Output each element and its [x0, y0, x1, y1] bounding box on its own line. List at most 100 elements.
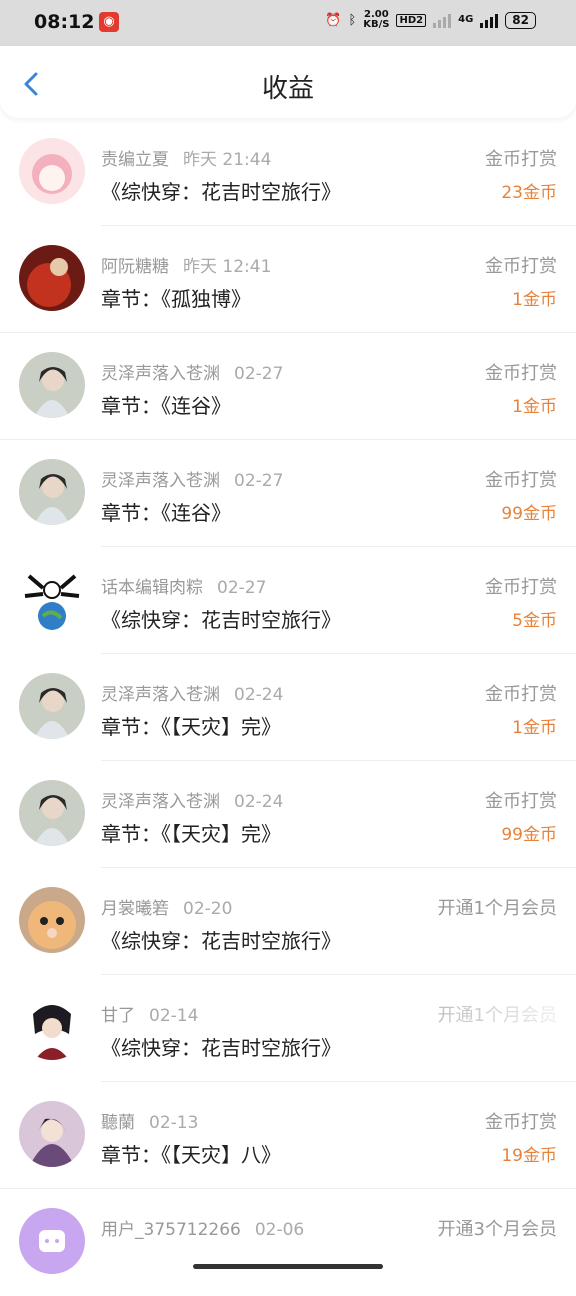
- income-type: 金币打赏: [485, 1112, 557, 1133]
- work-title: 《综快穿：花吉时空旅行》: [101, 1036, 341, 1060]
- sender-line: 聽蘭 02-13: [101, 1108, 198, 1133]
- sender-name: 灵泽声落入苍渊: [101, 471, 220, 491]
- list-item[interactable]: 责编立夏 昨天 21:44 《综快穿：花吉时空旅行》 金币打赏 23金币: [0, 119, 576, 226]
- work-title: 章节：《连谷》: [101, 501, 231, 525]
- date: 02-27: [217, 578, 267, 598]
- date: 02-27: [234, 471, 284, 491]
- work-title: 章节：《连谷》: [101, 394, 231, 418]
- income-type: 开通1个月会员: [437, 898, 557, 919]
- work-title: 《综快穿：花吉时空旅行》: [101, 608, 341, 632]
- income-amount: 5金币: [512, 611, 557, 631]
- avatar: [19, 1208, 85, 1274]
- avatar: [19, 459, 85, 525]
- sender-name: 责编立夏: [101, 150, 169, 170]
- list-item[interactable]: 灵泽声落入苍渊 02-27 章节：《连谷》 金币打赏 1金币: [0, 333, 576, 440]
- network-type: 4G: [458, 14, 474, 25]
- status-time: 08:12: [34, 11, 95, 33]
- app-notification-icon: ◉: [99, 12, 119, 32]
- income-amount: 23金币: [501, 183, 557, 203]
- income-type: 开通3个月会员: [437, 1219, 557, 1240]
- sender-name: 聽蘭: [101, 1113, 135, 1133]
- sender-line: 灵泽声落入苍渊 02-24: [101, 787, 283, 812]
- list-item[interactable]: 聽蘭 02-13 章节：《【天灾】八》 金币打赏 19金币: [0, 1082, 576, 1189]
- work-title: 《综快穿：花吉时空旅行》: [101, 929, 341, 953]
- income-type: 金币打赏: [485, 363, 557, 384]
- sender-line: 话本编辑肉粽 02-27: [101, 573, 266, 598]
- sender-line: 灵泽声落入苍渊 02-27: [101, 466, 283, 491]
- date: 02-24: [234, 685, 284, 705]
- income-type: 金币打赏: [485, 684, 557, 705]
- avatar: [19, 1101, 85, 1167]
- sender-name: 用户_375712266: [101, 1220, 241, 1240]
- page-title: 收益: [261, 74, 314, 104]
- sender-line: 月裳曦箬 02-20: [101, 894, 232, 919]
- sender-line: 甘了 02-14: [101, 1001, 198, 1026]
- avatar: [19, 245, 85, 311]
- sender-name: 月裳曦箬: [101, 899, 169, 919]
- header-bar: 收益: [0, 46, 576, 118]
- header: 收益: [0, 46, 576, 118]
- status-bar: 08:12 ◉ ⏰ ᛒ 2.00 KB/S HD2 4G 82: [0, 0, 576, 46]
- alarm-icon: ⏰: [325, 12, 342, 28]
- list-item[interactable]: 灵泽声落入苍渊 02-27 章节：《连谷》 金币打赏 99金币: [0, 440, 576, 547]
- income-type: 金币打赏: [485, 149, 557, 170]
- avatar: [19, 673, 85, 739]
- income-amount: 1金币: [512, 290, 557, 310]
- avatar: [19, 352, 85, 418]
- list-item[interactable]: 甘了02-14 《综快穿：花吉时空旅行》 开通1个月会员: [0, 975, 576, 1082]
- income-type: 金币打赏: [485, 470, 557, 491]
- work-title: 章节：《【天灾】八》: [101, 1143, 281, 1167]
- battery-indicator: 82: [505, 11, 536, 29]
- work-title: 章节：《【天灾】完》: [101, 822, 281, 846]
- sender-line: 用户_375712266 02-06: [101, 1215, 304, 1240]
- sender-name: 阿阮糖糖: [101, 257, 169, 277]
- avatar: [19, 566, 85, 632]
- income-type: 金币打赏: [485, 791, 557, 812]
- avatar: [19, 780, 85, 846]
- avatar: [19, 994, 85, 1060]
- income-amount: 1金币: [512, 718, 557, 738]
- income-amount: 19金币: [501, 1146, 557, 1166]
- date: 02-20: [183, 899, 233, 919]
- list-item[interactable]: 灵泽声落入苍渊 02-24 章节：《【天灾】完》 金币打赏 1金币: [0, 654, 576, 761]
- sender-name: 灵泽声落入苍渊: [101, 685, 220, 705]
- date: 昨天 12:41: [183, 257, 272, 277]
- income-type: 金币打赏: [485, 577, 557, 598]
- date: 02-06: [254, 1220, 305, 1240]
- date: 02-27: [234, 364, 284, 384]
- sender-line: 责编立夏 昨天 21:44: [101, 145, 271, 170]
- list-item[interactable]: 话本编辑肉粽 02-27 《综快穿：花吉时空旅行》 金币打赏 5金币: [0, 547, 576, 654]
- work-title: 章节：《孤独博》: [101, 287, 251, 311]
- list-item[interactable]: 阿阮糖糖 昨天 12:41 章节：《孤独博》 金币打赏 1金币: [0, 226, 576, 333]
- sender-name: 甘了: [101, 1006, 135, 1026]
- avatar: [19, 887, 85, 953]
- network-speed-unit: KB/S: [363, 19, 390, 30]
- date: 02-14: [149, 1006, 199, 1026]
- list-item[interactable]: 月裳曦箬 02-20 《综快穿：花吉时空旅行》 开通1个月会员: [0, 868, 576, 975]
- list-item[interactable]: 灵泽声落入苍渊 02-24 章节：《【天灾】完》 金币打赏 99金币: [0, 761, 576, 868]
- income-amount: 1金币: [512, 397, 557, 417]
- sender-line: 灵泽声落入苍渊 02-27: [101, 359, 283, 384]
- work-title: 章节：《【天灾】完》: [101, 715, 281, 739]
- date: 02-13: [149, 1113, 199, 1133]
- status-icons: ⏰ ᛒ 2.00 KB/S HD2 4G 82: [325, 10, 536, 30]
- date: 02-24: [234, 792, 284, 812]
- sender-line: 灵泽声落入苍渊 02-24: [101, 680, 283, 705]
- income-amount: 99金币: [501, 825, 557, 845]
- sender-line: 阿阮糖糖 昨天 12:41: [101, 252, 271, 277]
- sender-name: 灵泽声落入苍渊: [101, 792, 220, 812]
- bluetooth-icon: ᛒ: [348, 12, 357, 28]
- signal-2-icon: [480, 12, 499, 28]
- income-amount: 99金币: [501, 504, 557, 524]
- signal-1-icon: [433, 12, 452, 28]
- fade-overlay: [336, 975, 576, 1082]
- avatar: [19, 138, 85, 204]
- income-type: 金币打赏: [485, 256, 557, 277]
- hd-badge: HD2: [396, 13, 427, 27]
- network-speed: 2.00 KB/S: [363, 10, 389, 30]
- date: 昨天 21:44: [183, 150, 272, 170]
- sender-name: 灵泽声落入苍渊: [101, 364, 220, 384]
- work-title: 《综快穿：花吉时空旅行》: [101, 180, 341, 204]
- sender-name: 话本编辑肉粽: [101, 578, 203, 598]
- home-indicator[interactable]: [193, 1264, 383, 1269]
